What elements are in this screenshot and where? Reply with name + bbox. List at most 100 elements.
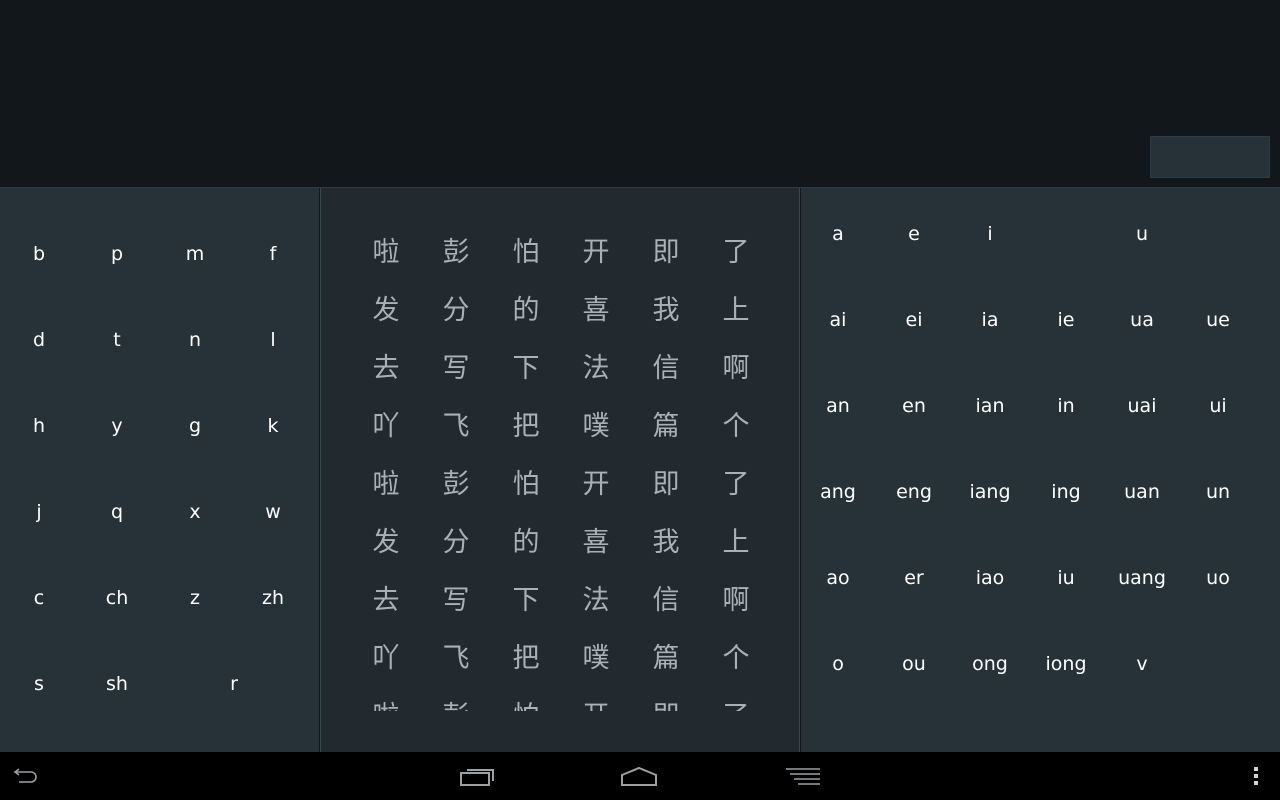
final-key[interactable]: u: [1136, 222, 1148, 246]
initial-key[interactable]: c: [34, 586, 44, 610]
character-candidate[interactable]: 飞: [443, 411, 470, 443]
character-candidate[interactable]: 下: [513, 353, 540, 385]
initial-key[interactable]: b: [33, 242, 45, 266]
initial-key[interactable]: y: [111, 414, 122, 438]
initial-key[interactable]: f: [270, 242, 277, 266]
initial-key[interactable]: g: [189, 414, 201, 438]
character-candidate[interactable]: 我: [653, 527, 680, 559]
character-candidate[interactable]: 写: [443, 353, 470, 385]
initial-key[interactable]: sh: [106, 672, 128, 696]
final-key[interactable]: an: [826, 394, 850, 418]
character-candidate[interactable]: 了: [723, 469, 750, 501]
final-key[interactable]: ue: [1206, 308, 1230, 332]
final-key[interactable]: en: [902, 394, 926, 418]
initial-key[interactable]: w: [265, 500, 281, 524]
character-candidate[interactable]: 个: [723, 643, 750, 675]
overflow-menu-button[interactable]: [1240, 752, 1272, 800]
recent-apps-button[interactable]: [454, 752, 502, 800]
character-candidate[interactable]: 的: [513, 295, 540, 327]
character-candidate[interactable]: 篇: [653, 411, 680, 443]
character-candidate[interactable]: 怕: [513, 701, 540, 711]
character-candidate[interactable]: 怕: [513, 469, 540, 501]
character-candidate[interactable]: 啊: [723, 585, 750, 617]
character-candidate[interactable]: 上: [723, 295, 750, 327]
home-button[interactable]: [615, 752, 663, 800]
character-candidate[interactable]: 彭: [443, 701, 470, 711]
character-candidate[interactable]: 了: [723, 237, 750, 269]
initial-key[interactable]: l: [270, 328, 275, 352]
character-candidate[interactable]: 吖: [373, 411, 400, 443]
final-key[interactable]: ou: [902, 652, 926, 676]
character-candidate[interactable]: 我: [653, 295, 680, 327]
initial-key[interactable]: d: [33, 328, 45, 352]
character-candidate[interactable]: 彭: [443, 237, 470, 269]
character-candidate[interactable]: 即: [653, 469, 680, 501]
initial-key[interactable]: s: [34, 672, 44, 696]
final-key[interactable]: ai: [830, 308, 847, 332]
character-candidate[interactable]: 开: [583, 469, 610, 501]
initial-key[interactable]: zh: [262, 586, 284, 610]
final-key[interactable]: uan: [1124, 480, 1160, 504]
final-key[interactable]: iao: [976, 566, 1005, 590]
final-key[interactable]: ang: [820, 480, 856, 504]
final-key[interactable]: iu: [1057, 566, 1074, 590]
character-candidate[interactable]: 信: [653, 353, 680, 385]
final-key[interactable]: uang: [1118, 566, 1166, 590]
character-candidate[interactable]: 飞: [443, 643, 470, 675]
characters-grid[interactable]: 啦彭怕开即了发分的喜我上去写下法信啊吖飞把噗篇个啦彭怕开即了发分的喜我上去写下法…: [321, 188, 799, 711]
character-candidate[interactable]: 怕: [513, 237, 540, 269]
character-candidate[interactable]: 法: [583, 585, 610, 617]
character-candidate[interactable]: 上: [723, 527, 750, 559]
initial-key[interactable]: n: [189, 328, 201, 352]
character-candidate[interactable]: 吖: [373, 643, 400, 675]
character-candidate[interactable]: 开: [583, 701, 610, 711]
initial-key[interactable]: j: [36, 500, 41, 524]
character-candidate[interactable]: 发: [373, 527, 400, 559]
character-candidate[interactable]: 喜: [583, 527, 610, 559]
character-candidate[interactable]: 把: [513, 411, 540, 443]
character-candidate[interactable]: 噗: [583, 411, 610, 443]
character-candidate[interactable]: 即: [653, 701, 680, 711]
character-candidate[interactable]: 啦: [373, 469, 400, 501]
initial-key[interactable]: m: [186, 242, 205, 266]
final-key[interactable]: ei: [906, 308, 923, 332]
initial-key[interactable]: r: [230, 672, 238, 696]
character-candidate[interactable]: 啊: [723, 353, 750, 385]
character-candidate[interactable]: 啦: [373, 237, 400, 269]
final-key[interactable]: un: [1206, 480, 1230, 504]
final-key[interactable]: eng: [896, 480, 932, 504]
character-candidate[interactable]: 发: [373, 295, 400, 327]
character-candidate[interactable]: 的: [513, 527, 540, 559]
initial-key[interactable]: z: [190, 586, 200, 610]
character-candidate[interactable]: 即: [653, 237, 680, 269]
character-candidate[interactable]: 噗: [583, 643, 610, 675]
final-key[interactable]: ong: [972, 652, 1008, 676]
final-key[interactable]: uo: [1206, 566, 1230, 590]
character-candidate[interactable]: 了: [723, 701, 750, 711]
candidate-box[interactable]: [1150, 136, 1270, 178]
menu-lines-button[interactable]: [780, 752, 828, 800]
final-key[interactable]: ui: [1209, 394, 1226, 418]
initial-key[interactable]: h: [33, 414, 45, 438]
final-key[interactable]: er: [904, 566, 924, 590]
final-key[interactable]: in: [1057, 394, 1074, 418]
final-key[interactable]: ie: [1058, 308, 1075, 332]
character-candidate[interactable]: 喜: [583, 295, 610, 327]
final-key[interactable]: e: [908, 222, 920, 246]
character-candidate[interactable]: 篇: [653, 643, 680, 675]
initial-key[interactable]: k: [267, 414, 278, 438]
character-candidate[interactable]: 把: [513, 643, 540, 675]
character-candidate[interactable]: 下: [513, 585, 540, 617]
character-candidate[interactable]: 彭: [443, 469, 470, 501]
character-candidate[interactable]: 去: [373, 353, 400, 385]
final-key[interactable]: i: [987, 222, 992, 246]
initial-key[interactable]: p: [111, 242, 123, 266]
final-key[interactable]: o: [832, 652, 844, 676]
character-candidate[interactable]: 啦: [373, 701, 400, 711]
final-key[interactable]: ia: [982, 308, 999, 332]
initial-key[interactable]: x: [189, 500, 200, 524]
final-key[interactable]: ian: [976, 394, 1005, 418]
final-key[interactable]: iong: [1045, 652, 1086, 676]
character-candidate[interactable]: 去: [373, 585, 400, 617]
character-candidate[interactable]: 写: [443, 585, 470, 617]
